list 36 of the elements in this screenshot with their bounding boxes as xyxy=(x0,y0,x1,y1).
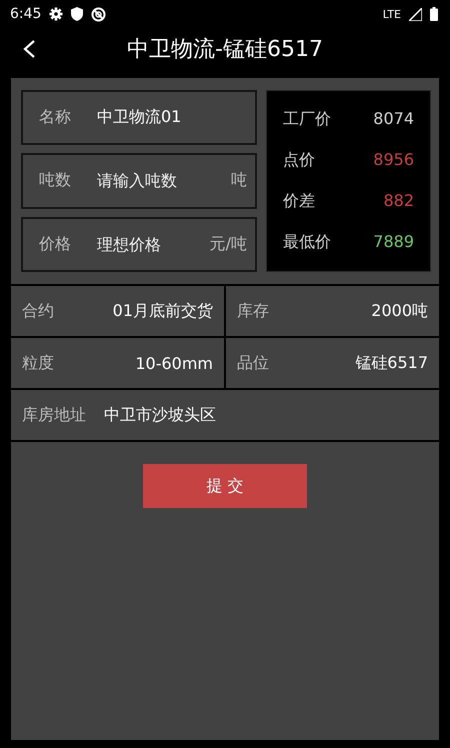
data-saver-icon xyxy=(91,6,106,22)
info-label: 库房地址 xyxy=(22,404,86,426)
info-value: 10-60mm xyxy=(135,354,213,372)
info-label: 库存 xyxy=(237,300,269,322)
submit-button[interactable]: 提 交 xyxy=(143,464,307,508)
price-value: 7889 xyxy=(373,232,414,253)
signal-icon xyxy=(409,8,422,20)
shield-icon xyxy=(71,7,84,21)
field-label: 价格 xyxy=(39,234,72,255)
unit-label: 元/吨 xyxy=(210,234,247,255)
unit-label: 吨 xyxy=(231,170,247,192)
input-field[interactable]: 中卫物流01 xyxy=(97,108,247,128)
info-label: 合约 xyxy=(22,300,54,322)
page-title: 中卫物流-锰硅6517 xyxy=(127,36,323,64)
input-field[interactable]: 理想价格 xyxy=(97,234,210,254)
info-value: 2000吨 xyxy=(371,300,428,322)
price-value: 8074 xyxy=(373,109,414,130)
price-label: 工厂价 xyxy=(283,109,331,130)
price-label: 最低价 xyxy=(283,232,331,253)
field-label: 名称 xyxy=(39,107,72,128)
back-icon xyxy=(22,39,36,59)
price-value: 8956 xyxy=(373,150,414,171)
field-label: 吨数 xyxy=(39,170,72,192)
info-label: 粒度 xyxy=(22,352,54,374)
network-type: LTE xyxy=(382,8,401,20)
settings-icon xyxy=(49,7,64,21)
battery-icon xyxy=(430,7,438,21)
input-field[interactable]: 请输入吨数 xyxy=(97,171,231,190)
price-label: 点价 xyxy=(283,150,315,171)
info-value: 01月底前交货 xyxy=(112,300,213,322)
price-value: 882 xyxy=(383,191,414,212)
info-value: 中卫市沙坡头区 xyxy=(104,404,216,426)
info-label: 品位 xyxy=(237,352,269,374)
price-label: 价差 xyxy=(283,191,315,212)
info-value: 锰硅6517 xyxy=(355,352,428,374)
status-time: 6:45 xyxy=(10,6,42,22)
